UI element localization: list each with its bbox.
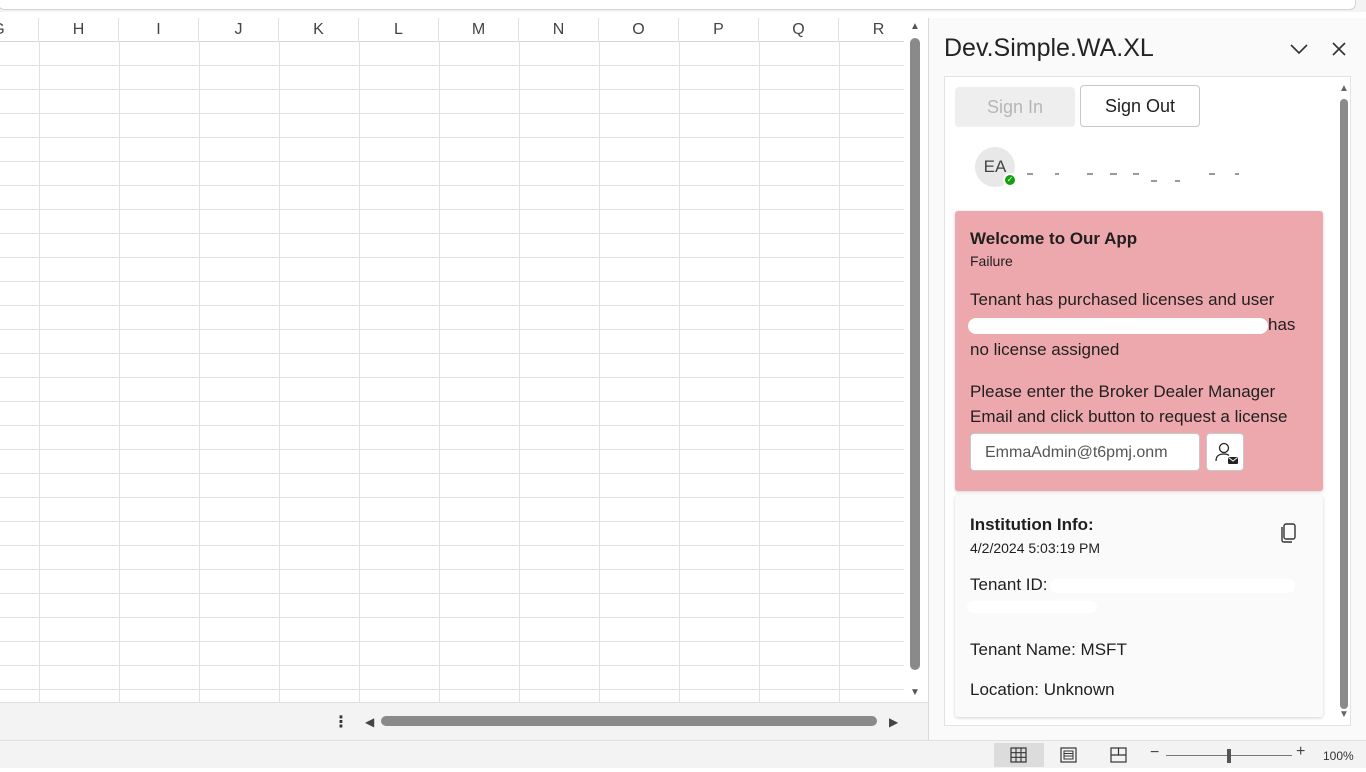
status-bar: − + 100% (0, 740, 1366, 768)
column-header-l[interactable]: L (359, 18, 439, 42)
tenant-id-label: Tenant ID: (970, 575, 1048, 594)
copy-icon[interactable] (1279, 522, 1299, 544)
scroll-down-icon[interactable]: ▼ (909, 688, 921, 698)
page-break-view-button[interactable] (1094, 743, 1144, 767)
sign-out-button[interactable]: Sign Out (1080, 85, 1200, 127)
column-header-k[interactable]: K (279, 18, 359, 42)
column-header-r[interactable]: R (839, 18, 904, 42)
sign-in-button[interactable]: Sign In (955, 87, 1075, 127)
worksheet-grid[interactable]: GHIJKLMNOPQR (0, 18, 904, 702)
redacted-user-email (968, 317, 1268, 334)
redacted-tenant-id (1050, 579, 1295, 593)
institution-info-date: 4/2/2024 5:03:19 PM (970, 540, 1100, 556)
failure-card-title: Welcome to Our App (970, 229, 1138, 248)
column-header-h[interactable]: H (39, 18, 119, 42)
horizontal-scroll-thumb[interactable] (381, 716, 877, 726)
pane-scroll-down-icon[interactable]: ▼ (1339, 709, 1349, 720)
sheet-tab-bar: ⋮ ◀ ▶ (0, 702, 928, 740)
formula-bar-box[interactable] (0, 0, 1356, 10)
manager-email-input[interactable]: EmmaAdmin@t6pmj.onm (970, 433, 1200, 471)
user-email-redacted (1025, 169, 1240, 185)
request-license-prompt: Please enter the Broker Dealer Manager E… (970, 382, 1288, 426)
column-headers: GHIJKLMNOPQR (0, 18, 904, 42)
license-failure-card: Welcome to Our App Failure Tenant has pu… (955, 211, 1323, 491)
more-options-icon[interactable]: ⋮ (333, 713, 349, 733)
request-license-button[interactable] (1206, 433, 1244, 471)
institution-info-title: Institution Info: (970, 515, 1094, 534)
institution-info-card: Institution Info: 4/2/2024 5:03:19 PM Te… (955, 495, 1323, 717)
addin-task-pane: Dev.Simple.WA.XL Sign In Sign Out EA ✓ W… (928, 18, 1366, 740)
failure-message-start: Tenant has purchased licenses and user (970, 290, 1275, 309)
zoom-out-icon[interactable]: − (1150, 744, 1159, 762)
column-header-j[interactable]: J (199, 18, 279, 42)
tenant-name: Tenant Name: MSFT (970, 640, 1127, 659)
grid-view-icon (1010, 747, 1027, 763)
pane-vertical-scrollbar[interactable]: ▲ ▼ (1337, 77, 1350, 725)
worksheet-vertical-scrollbar[interactable]: ▲ ▼ (905, 18, 925, 702)
formula-bar-edge (0, 0, 1366, 12)
chevron-down-icon[interactable] (1288, 38, 1310, 60)
page-break-icon (1110, 747, 1127, 763)
failure-message: Tenant has purchased licenses and user h… (968, 287, 1315, 362)
column-header-n[interactable]: N (519, 18, 599, 42)
column-header-p[interactable]: P (679, 18, 759, 42)
column-header-o[interactable]: O (599, 18, 679, 42)
failure-status: Failure (970, 253, 1013, 269)
person-mail-icon (1215, 442, 1238, 464)
column-header-m[interactable]: M (439, 18, 519, 42)
scroll-left-icon[interactable]: ◀ (365, 715, 374, 729)
pane-content: Sign In Sign Out EA ✓ Welcome to Our App… (944, 76, 1351, 726)
page-layout-view-button[interactable] (1044, 743, 1094, 767)
vertical-scroll-thumb[interactable] (910, 38, 920, 670)
scroll-up-icon[interactable]: ▲ (909, 22, 921, 32)
pane-title: Dev.Simple.WA.XL (944, 34, 1154, 62)
column-header-i[interactable]: I (119, 18, 199, 42)
location: Location: Unknown (970, 680, 1115, 699)
redacted-tenant-id-cont (967, 601, 1097, 613)
column-header-q[interactable]: Q (759, 18, 839, 42)
pane-scroll-thumb[interactable] (1340, 99, 1348, 709)
normal-view-button[interactable] (994, 743, 1044, 767)
zoom-in-icon[interactable]: + (1296, 743, 1305, 761)
zoom-level[interactable]: 100% (1323, 749, 1354, 763)
scroll-right-icon[interactable]: ▶ (889, 715, 898, 729)
presence-available-icon: ✓ (1003, 173, 1017, 187)
close-icon[interactable] (1328, 38, 1350, 60)
cell-area[interactable] (0, 42, 904, 702)
pane-scroll-up-icon[interactable]: ▲ (1339, 83, 1349, 94)
user-name-redacted (1025, 147, 1185, 157)
page-layout-icon (1060, 747, 1077, 763)
zoom-slider-thumb[interactable] (1227, 749, 1231, 763)
column-header-g[interactable]: G (0, 18, 39, 42)
